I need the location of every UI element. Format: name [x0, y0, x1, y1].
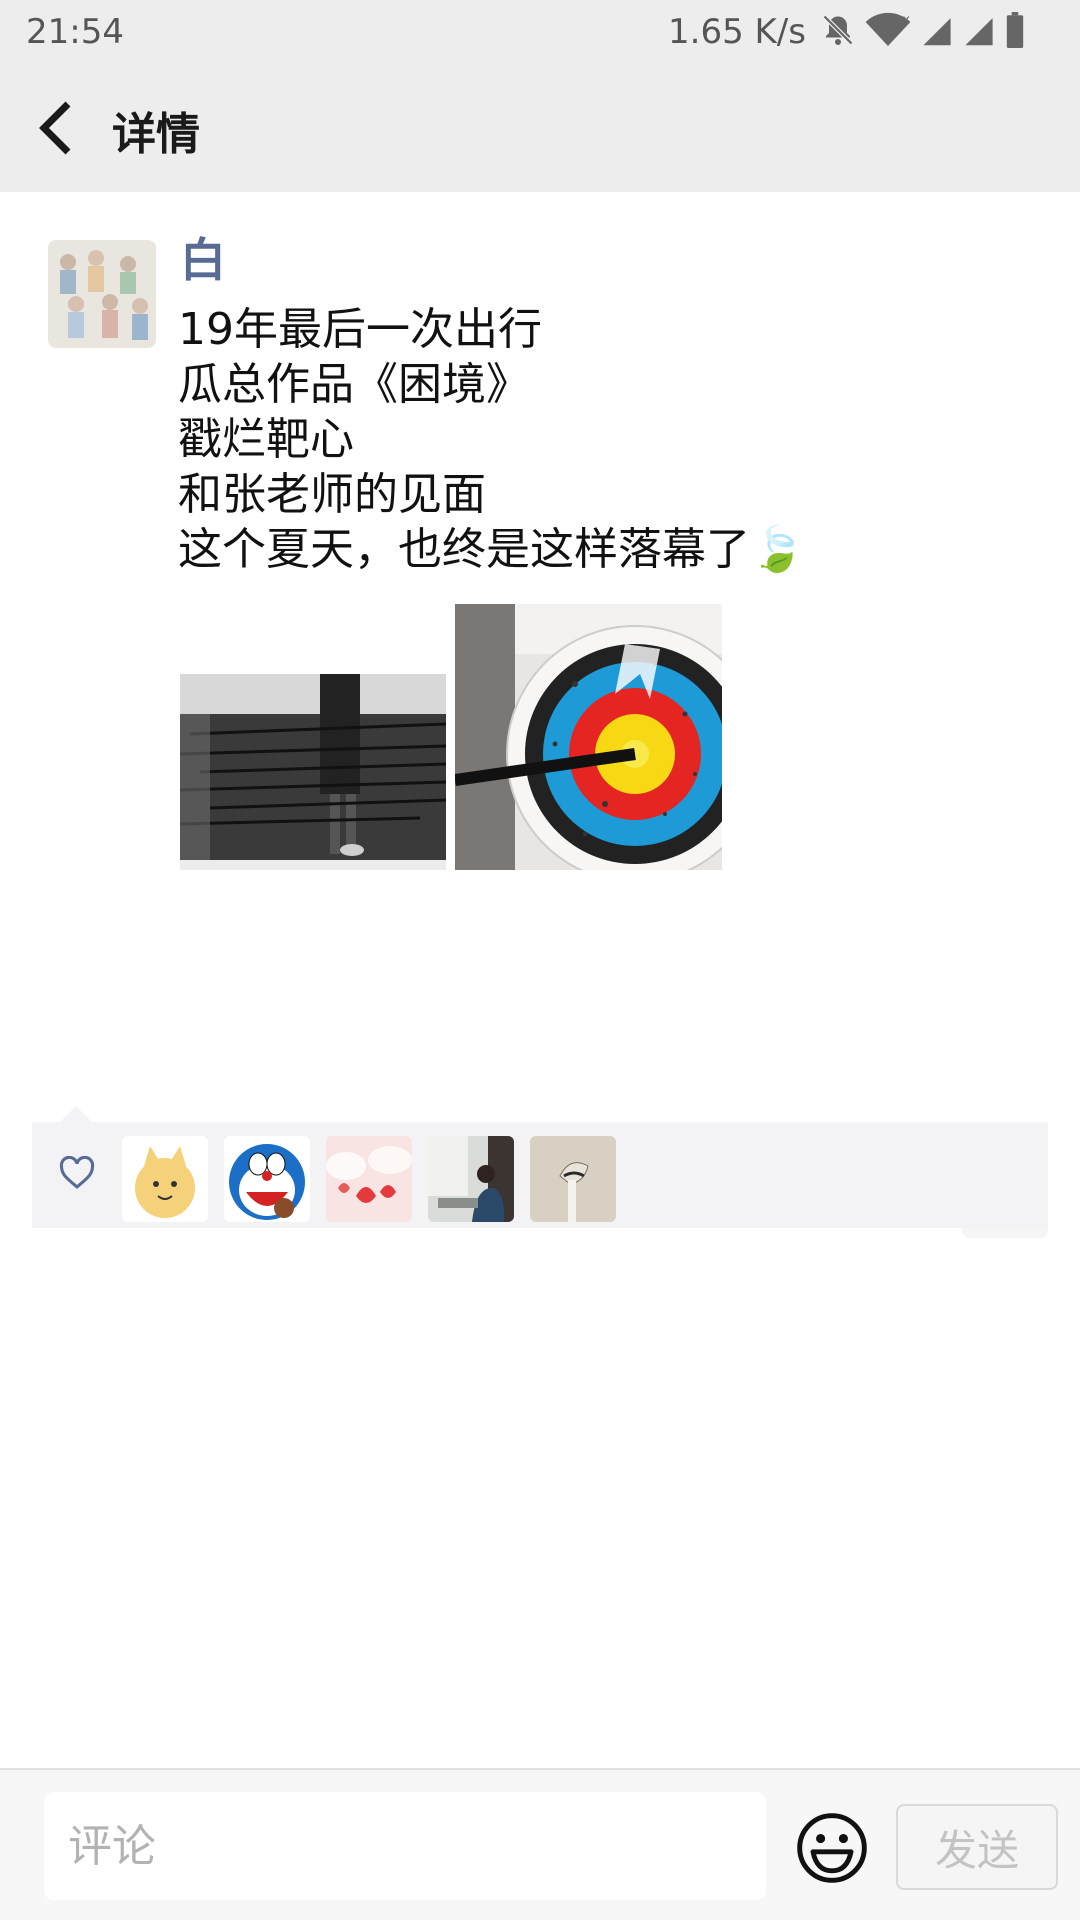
comment-bar: 发送	[0, 1768, 1080, 1920]
post-line: 戳烂靶心	[178, 414, 354, 465]
send-button[interactable]: 发送	[896, 1804, 1058, 1890]
status-time: 21:54	[26, 12, 124, 52]
archery-target-photo[interactable]	[455, 604, 722, 870]
doraemon-avatar[interactable]	[224, 1136, 310, 1222]
post-line: 和张老师的见面	[178, 469, 486, 520]
cat-avatar[interactable]	[122, 1136, 208, 1222]
heart-outline-icon	[59, 1156, 95, 1189]
arrows-photo[interactable]	[180, 674, 446, 870]
status-bar: 21:54 1.65 K/s x	[0, 0, 1080, 64]
person-avatar[interactable]	[428, 1136, 514, 1222]
status-icons: x	[820, 12, 1026, 48]
object-avatar[interactable]	[530, 1136, 616, 1222]
battery-icon	[1006, 12, 1024, 48]
smiley-icon[interactable]	[794, 1810, 870, 1886]
post-line: 19年最后一次出行	[178, 304, 542, 355]
strawberry-avatar[interactable]	[326, 1136, 412, 1222]
network-speed: 1.65 K/s	[668, 12, 806, 52]
signal-icon	[965, 18, 993, 46]
comment-input[interactable]	[44, 1792, 766, 1900]
mute-bell-icon	[822, 14, 854, 46]
wifi-icon: x	[865, 13, 911, 46]
svg-text:x: x	[902, 13, 910, 28]
chevron-left-icon[interactable]	[36, 100, 76, 156]
signal-icon	[923, 18, 951, 46]
nav-bar: 详情	[0, 64, 1080, 192]
author-name[interactable]: 白	[180, 224, 226, 290]
post-line: 瓜总作品《困境》	[178, 359, 530, 410]
author-avatar[interactable]	[48, 240, 156, 348]
page-title: 详情	[112, 109, 200, 160]
likes-panel	[32, 1122, 1048, 1228]
post-text: 19年最后一次出行 瓜总作品《困境》 戳烂靶心 和张老师的见面 这个夏天，也终是…	[178, 302, 1018, 577]
post-line: 这个夏天，也终是这样落幕了🍃	[178, 524, 805, 575]
